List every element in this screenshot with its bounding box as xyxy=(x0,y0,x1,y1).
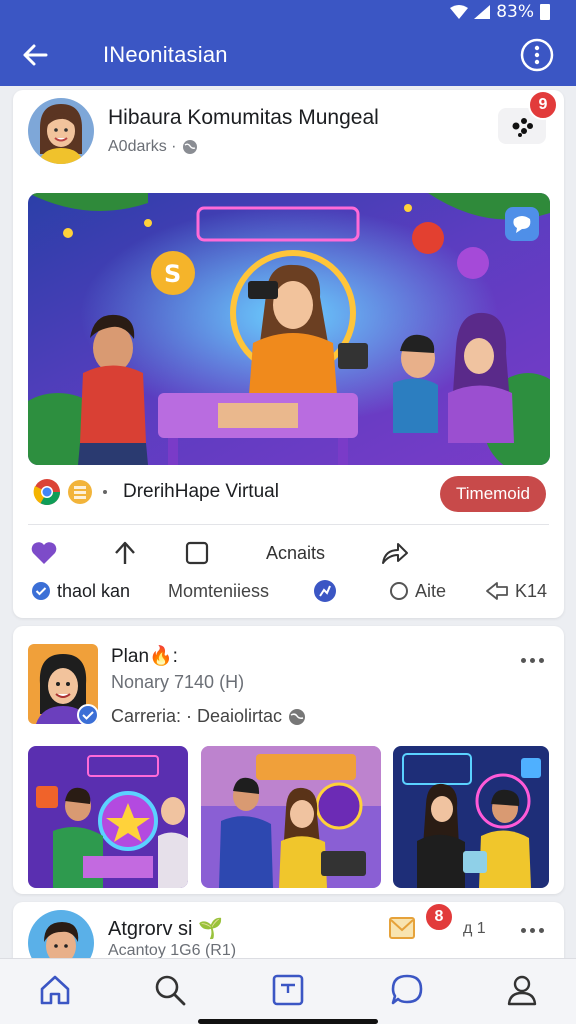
post-title[interactable]: Atgrorv si 🌱 xyxy=(108,916,223,941)
post-card: Hibaura Komumitas Mungeal A0darks · 9 S … xyxy=(13,90,564,618)
wifi-icon xyxy=(450,5,469,19)
chat-icon[interactable] xyxy=(390,973,424,1007)
forward-icon xyxy=(486,582,508,600)
post-subtitle: A0darks · xyxy=(108,138,198,156)
notification-badge: 8 xyxy=(424,902,454,932)
like-button[interactable] xyxy=(31,536,57,570)
post-subtitle: Nonary 7140 (H) xyxy=(111,672,245,692)
separator-dot xyxy=(103,490,107,494)
post-caption: Carreria: · Deaiolirtac xyxy=(111,706,306,727)
page-title: INeonitasian xyxy=(103,42,228,67)
more-options-icon[interactable] xyxy=(521,928,544,933)
post-timestamp: A0darks · xyxy=(108,138,177,155)
post-caption-text: Carreria: · Deaiolirtac xyxy=(111,706,283,726)
reaction-summary[interactable]: DrerihHape Virtual xyxy=(33,478,279,506)
pill-button[interactable]: Timemoid xyxy=(440,476,546,512)
post-title[interactable]: Plan🔥: xyxy=(111,644,178,668)
reaction-text: DrerihHape Virtual xyxy=(123,481,279,502)
pin-badge-icon xyxy=(314,580,336,602)
globe-icon xyxy=(183,140,198,154)
shares-count[interactable]: K14 xyxy=(485,576,547,606)
avatar[interactable] xyxy=(28,98,94,164)
post-title[interactable]: Hibaura Komumitas Mungeal xyxy=(108,106,379,130)
arrow-left-icon[interactable] xyxy=(20,40,50,70)
share-button[interactable] xyxy=(381,536,409,570)
author-tag[interactable]: thaol kan xyxy=(31,576,130,606)
share-arrow-icon xyxy=(382,543,408,564)
mail-icon xyxy=(389,917,415,939)
gallery-image[interactable] xyxy=(393,746,549,888)
post-card: Plan🔥: Nonary 7140 (H) Carreria: · Deaio… xyxy=(13,626,564,894)
battery-icon xyxy=(540,4,550,20)
globe-icon xyxy=(289,708,306,725)
action-bar: Acnaits xyxy=(13,536,564,570)
battery-percent: 83% xyxy=(496,2,534,22)
comments-label: Momteniiess xyxy=(168,580,270,601)
shares-label: K14 xyxy=(515,580,548,601)
app-bar: INeonitasian xyxy=(0,24,576,86)
bottom-nav xyxy=(0,958,576,1024)
bookmark-icon xyxy=(185,541,209,565)
signal-icon xyxy=(474,5,491,19)
gallery-image[interactable] xyxy=(28,746,188,888)
home-icon[interactable] xyxy=(38,973,72,1007)
save-button[interactable] xyxy=(185,536,209,570)
coin-stack-icon xyxy=(68,480,92,504)
likes-label: Aite xyxy=(415,580,447,601)
actions-label[interactable]: Acnaits xyxy=(266,536,325,570)
reaction-count: д 1 xyxy=(463,920,486,937)
verified-icon xyxy=(32,582,50,600)
search-icon[interactable] xyxy=(153,973,187,1007)
comments-link[interactable]: Momteniiess xyxy=(168,576,269,606)
chrome-icon xyxy=(33,479,61,506)
more-options-icon[interactable] xyxy=(521,658,544,663)
boost-button[interactable] xyxy=(113,536,137,570)
tag-button[interactable] xyxy=(313,576,337,606)
profile-icon[interactable] xyxy=(505,973,539,1007)
status-bar: 83% xyxy=(0,0,576,24)
home-indicator xyxy=(198,1019,378,1024)
more-vertical-icon[interactable] xyxy=(520,38,554,72)
likes-count[interactable]: Aite xyxy=(389,576,446,606)
arrow-up-icon xyxy=(115,541,135,564)
post-meta-row: thaol kan Momteniiess Aite K14 xyxy=(13,576,564,606)
circle-icon xyxy=(390,582,408,600)
notification-badge: 9 xyxy=(528,90,558,120)
divider xyxy=(28,524,549,525)
verified-icon xyxy=(77,704,99,726)
heart-icon xyxy=(31,542,57,564)
author-name: thaol kan xyxy=(57,580,131,601)
compose-icon[interactable] xyxy=(271,973,305,1007)
svg-text:S: S xyxy=(164,260,181,288)
gallery-image[interactable] xyxy=(201,746,381,888)
notification-button[interactable] xyxy=(389,916,415,940)
post-image[interactable]: S xyxy=(28,193,550,465)
